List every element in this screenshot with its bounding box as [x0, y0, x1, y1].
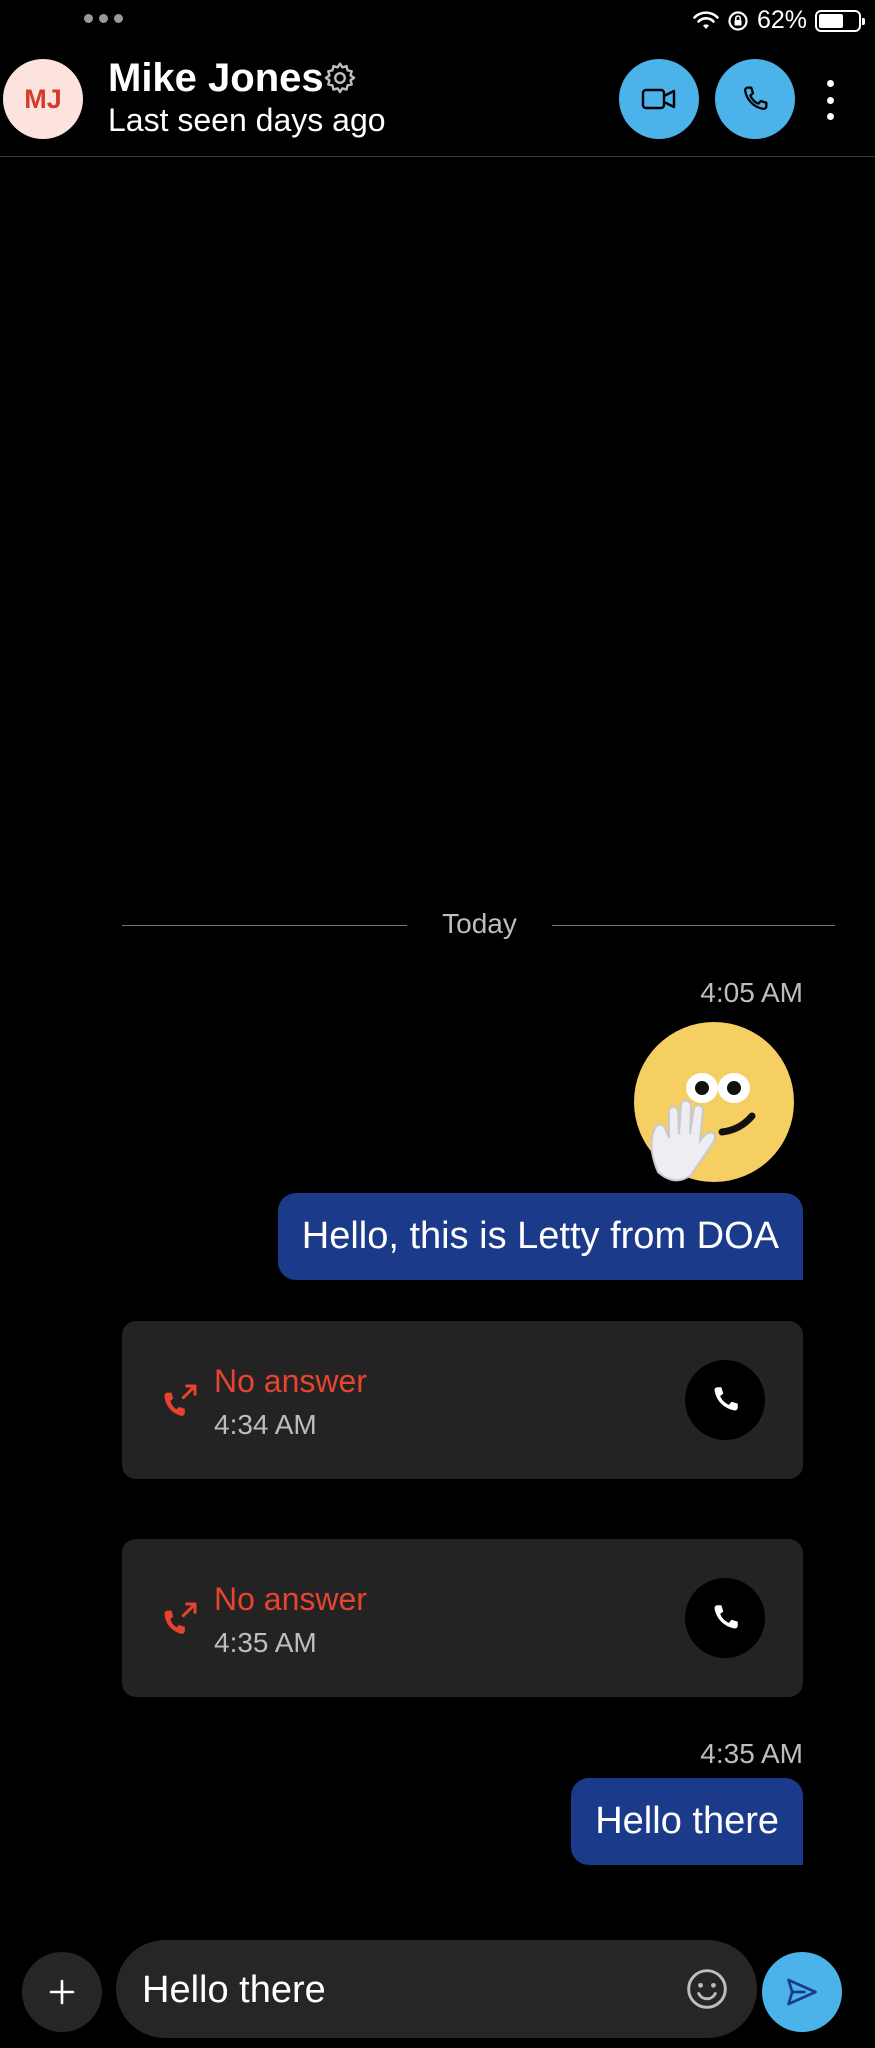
missed-call-icon	[164, 1602, 197, 1634]
status-bar: 62%	[0, 0, 875, 40]
message-input-container	[116, 1940, 757, 2040]
last-seen-status: Last seen days ago	[108, 102, 386, 138]
message-input[interactable]	[140, 1940, 684, 2040]
video-call-button[interactable]	[619, 59, 699, 139]
message-text: Hello, this is Letty from DOA	[301, 1215, 779, 1257]
wave-hand-emoji-sticker[interactable]	[634, 1022, 794, 1182]
status-indicators: 62%	[693, 6, 865, 35]
send-button[interactable]	[762, 1952, 842, 2032]
emoji-icon[interactable]	[685, 1967, 729, 2011]
add-attachment-button[interactable]	[22, 1952, 102, 2032]
battery-icon	[815, 9, 865, 32]
call-back-button[interactable]	[685, 1578, 765, 1658]
outgoing-message-bubble[interactable]: Hello there	[571, 1778, 803, 1865]
phone-icon	[714, 1605, 738, 1629]
message-timestamp: 4:35 AM	[700, 1738, 803, 1769]
message-text: Hello there	[595, 1800, 779, 1842]
wifi-icon	[693, 10, 719, 29]
gear-icon[interactable]	[322, 60, 358, 96]
missed-call-card[interactable]: No answer 4:35 AM	[122, 1539, 803, 1697]
call-status: No answer	[214, 1581, 367, 1617]
phone-icon	[714, 1387, 738, 1411]
orientation-lock-icon	[728, 10, 748, 31]
date-separator-label: Today	[442, 908, 517, 939]
date-separator: Today	[122, 906, 835, 946]
call-status: No answer	[214, 1363, 367, 1399]
chat-screen: 62% MJ Mike Jones Last seen days ago Tod…	[0, 0, 875, 2048]
battery-percentage: 62%	[756, 6, 807, 34]
call-time: 4:35 AM	[214, 1627, 317, 1658]
contact-name[interactable]: Mike Jones	[108, 56, 324, 101]
message-composer	[0, 1930, 875, 2048]
missed-call-icon	[164, 1384, 197, 1416]
chat-header: MJ Mike Jones Last seen days ago	[0, 40, 875, 157]
video-camera-icon	[641, 88, 676, 110]
more-vertical-icon[interactable]	[815, 80, 845, 120]
missed-call-card[interactable]: No answer 4:34 AM	[122, 1321, 803, 1479]
call-back-button[interactable]	[685, 1360, 765, 1440]
call-time: 4:34 AM	[214, 1409, 317, 1440]
plus-icon	[49, 1979, 75, 2005]
outgoing-message-bubble[interactable]: Hello, this is Letty from DOA	[277, 1193, 803, 1280]
phone-icon	[744, 86, 768, 110]
avatar[interactable]: MJ	[3, 59, 83, 139]
multitasking-dots[interactable]	[84, 14, 123, 23]
voice-call-button[interactable]	[715, 59, 795, 139]
send-icon	[787, 1978, 817, 2006]
message-timestamp: 4:05 AM	[700, 977, 803, 1008]
